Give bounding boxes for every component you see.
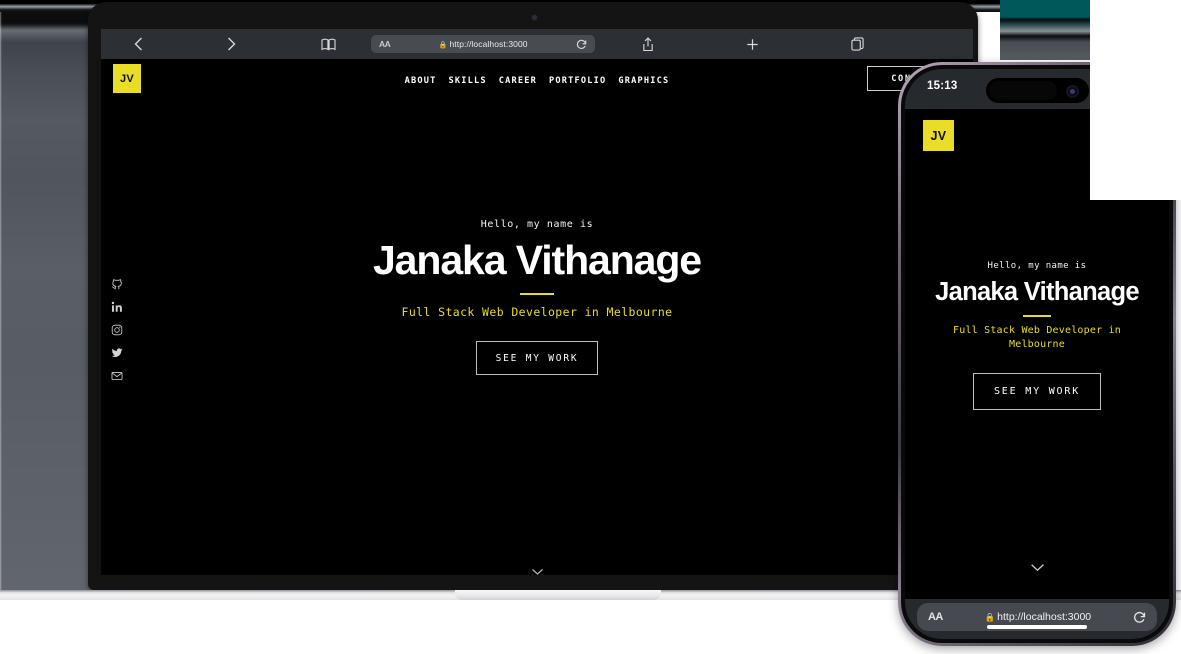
nav-link-graphics[interactable]: GRAPHICS xyxy=(618,76,669,86)
phone-hero-section: Hello, my name is Janaka Vithanage Full … xyxy=(905,261,1169,410)
laptop-screen: AA 🔒 http://localhost:3000 JV ABOUT SKIL… xyxy=(101,29,973,575)
page-right-mask xyxy=(1090,0,1181,200)
phone-site-logo[interactable]: JV xyxy=(923,120,954,151)
url-text: 🔒 http://localhost:3000 xyxy=(390,39,576,49)
text-size-button[interactable]: AA xyxy=(379,39,391,49)
phone-see-my-work-label: SEE MY WORK xyxy=(993,385,1081,397)
dynamic-island xyxy=(986,78,1089,103)
chevron-down-icon[interactable] xyxy=(905,559,1169,577)
laptop-mockup: AA 🔒 http://localhost:3000 JV ABOUT SKIL… xyxy=(88,2,978,590)
status-time: 15:13 xyxy=(927,80,958,92)
laptop-browser-toolbar: AA 🔒 http://localhost:3000 xyxy=(101,29,973,59)
tabs-button[interactable] xyxy=(805,37,910,51)
lock-icon: 🔒 xyxy=(438,42,448,49)
hero-divider xyxy=(520,293,554,295)
chevron-double-down-icon[interactable] xyxy=(101,567,973,575)
camera-icon xyxy=(532,15,537,20)
hero-name: Janaka Vithanage xyxy=(372,237,702,283)
lock-icon: 🔒 xyxy=(984,612,996,622)
phone-site-logo-text: JV xyxy=(930,128,947,143)
hero-greeting: Hello, my name is xyxy=(480,219,594,230)
forward-button[interactable] xyxy=(176,37,286,51)
site-navbar: JV ABOUT SKILLS CAREER PORTFOLIO GRAPHIC… xyxy=(101,59,973,103)
see-my-work-button[interactable]: SEE MY WORK xyxy=(476,341,598,375)
hero-section: Hello, my name is Janaka Vithanage Full … xyxy=(101,219,973,375)
laptop-website-viewport: JV ABOUT SKILLS CAREER PORTFOLIO GRAPHIC… xyxy=(101,59,973,575)
home-indicator[interactable] xyxy=(987,625,1087,629)
phone-hero-greeting: Hello, my name is xyxy=(987,261,1087,271)
phone-browser-toolbar: AA 🔒 http://localhost:3000 xyxy=(905,599,1169,639)
url-value: http://localhost:3000 xyxy=(449,39,528,49)
phone-hero-divider xyxy=(1023,314,1051,317)
hero-role: Full Stack Web Developer in Melbourne xyxy=(401,305,673,319)
site-nav-links: ABOUT SKILLS CAREER PORTFOLIO GRAPHICS xyxy=(101,59,973,103)
front-camera-icon xyxy=(1066,85,1079,98)
reload-icon[interactable] xyxy=(576,39,587,50)
laptop-base-notch xyxy=(455,590,661,600)
laptop-address-bar[interactable]: AA 🔒 http://localhost:3000 xyxy=(371,35,595,53)
nav-link-skills[interactable]: SKILLS xyxy=(449,76,487,86)
phone-text-size-button[interactable]: AA xyxy=(928,611,943,623)
share-button[interactable] xyxy=(595,36,700,52)
island-pill xyxy=(989,81,1057,100)
phone-hero-name: Janaka Vithanage xyxy=(935,278,1139,306)
phone-url-value: http://localhost:3000 xyxy=(997,611,1092,623)
nav-link-about[interactable]: ABOUT xyxy=(405,76,437,86)
phone-see-my-work-button[interactable]: SEE MY WORK xyxy=(973,372,1101,410)
back-button[interactable] xyxy=(101,37,176,51)
backdrop-teal-patch xyxy=(1000,0,1090,60)
phone-nav-buttons xyxy=(905,633,1169,639)
phone-hero-role: Full Stack Web Developer in Melbourne xyxy=(953,324,1121,351)
phone-url-text: 🔒 http://localhost:3000 xyxy=(943,611,1133,623)
nav-link-portfolio[interactable]: PORTFOLIO xyxy=(549,76,606,86)
sidebar-book-icon[interactable] xyxy=(286,38,371,51)
phone-reload-icon[interactable] xyxy=(1133,611,1146,624)
see-my-work-label: SEE MY WORK xyxy=(495,352,579,364)
new-tab-button[interactable] xyxy=(700,38,805,51)
nav-link-career[interactable]: CAREER xyxy=(499,76,537,86)
